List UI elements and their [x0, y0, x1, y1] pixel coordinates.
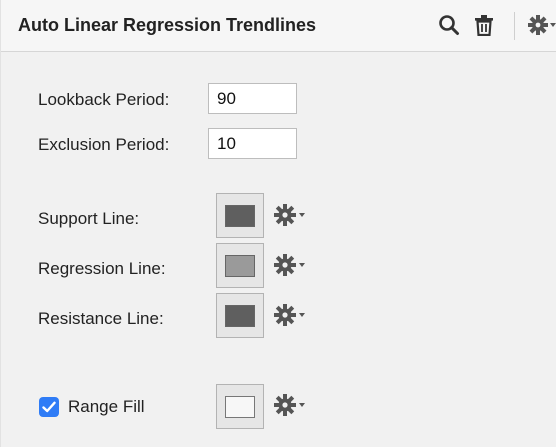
lookback-period-input[interactable]: [208, 83, 297, 114]
regression-line-gear-icon[interactable]: [273, 253, 309, 277]
panel-title: Auto Linear Regression Trendlines: [18, 15, 317, 35]
resistance-line-label: Resistance Line:: [38, 309, 164, 328]
gear-icon[interactable]: [527, 12, 556, 38]
trash-icon[interactable]: [471, 12, 497, 38]
resistance-line-gear-icon[interactable]: [273, 303, 309, 327]
resistance-line-color-swatch: [225, 304, 255, 327]
indicator-settings-panel: Auto Linear Regression Trendlines Lookba…: [0, 0, 556, 447]
range-fill-color-swatch: [225, 395, 255, 418]
checkmark-icon: [42, 401, 56, 413]
header-divider: [514, 12, 515, 40]
range-fill-label: Range Fill: [68, 397, 145, 416]
range-fill-checkbox[interactable]: [39, 397, 59, 417]
lookback-period-label: Lookback Period:: [38, 90, 170, 109]
panel-header: Auto Linear Regression Trendlines: [1, 0, 556, 52]
support-line-label: Support Line:: [38, 209, 140, 228]
resistance-line-color-button[interactable]: [216, 293, 264, 338]
range-fill-color-button[interactable]: [216, 384, 264, 429]
support-line-color-button[interactable]: [216, 193, 264, 238]
exclusion-period-input[interactable]: [208, 128, 297, 159]
regression-line-label: Regression Line:: [38, 259, 166, 278]
search-icon[interactable]: [436, 12, 462, 38]
exclusion-period-label: Exclusion Period:: [38, 135, 170, 154]
regression-line-color-swatch: [225, 254, 255, 277]
range-fill-gear-icon[interactable]: [273, 393, 309, 417]
support-line-color-swatch: [225, 204, 255, 227]
support-line-gear-icon[interactable]: [273, 203, 309, 227]
regression-line-color-button[interactable]: [216, 243, 264, 288]
